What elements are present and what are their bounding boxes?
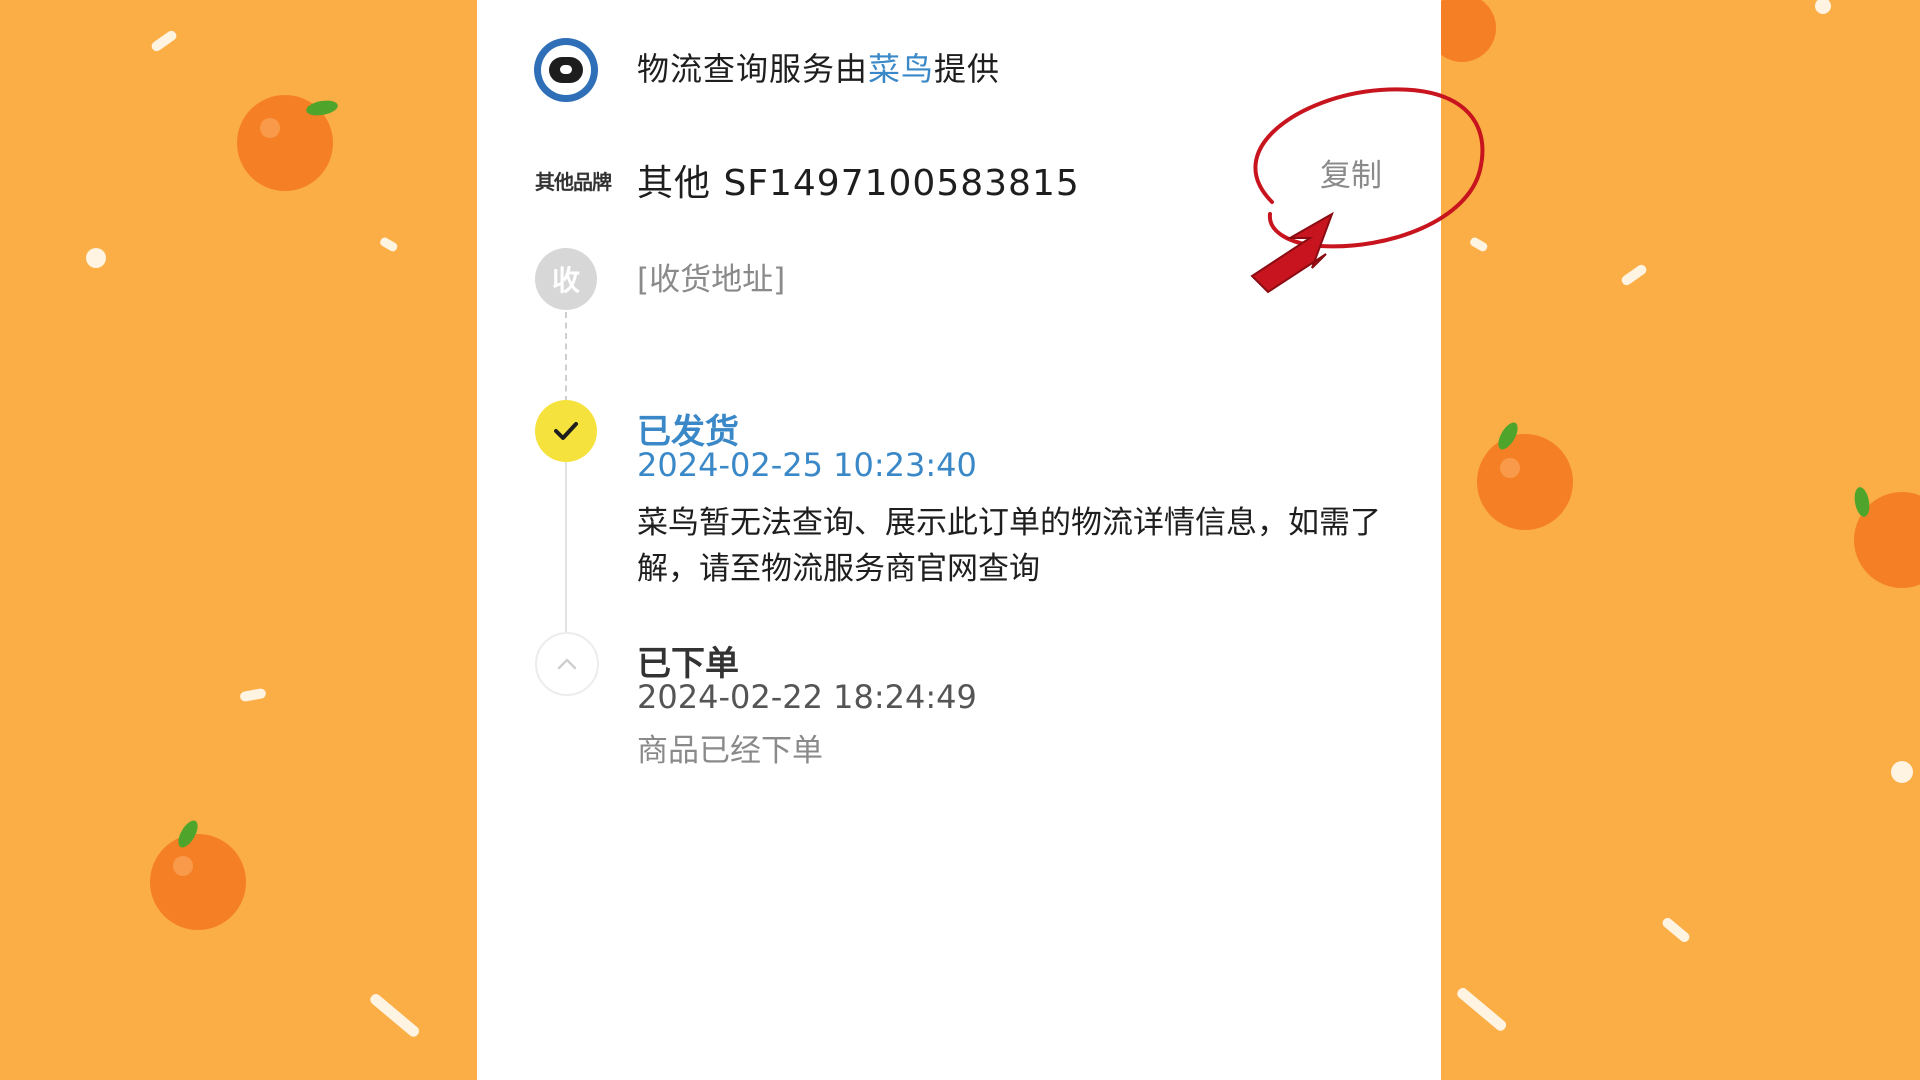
carrier-brand-tag: 其他品牌 [535, 170, 612, 194]
orange-fruit-icon [237, 95, 338, 191]
orange-fruit-icon [1854, 487, 1920, 588]
timeline-connector [565, 462, 567, 632]
orange-fruit-icon [150, 820, 246, 930]
check-icon [554, 422, 578, 440]
timeline-dashed-connector [565, 312, 567, 402]
cainiao-logo-icon [534, 38, 598, 102]
receive-badge: 收 [535, 248, 597, 310]
tracking-number: 其他 SF1497100583815 [637, 163, 1080, 204]
timeline-description: 商品已经下单 [637, 733, 823, 769]
timeline-description: 菜鸟暂无法查询、展示此订单的物流详情信息，如需了解，请至物流服务商官网查询 [637, 505, 1381, 587]
chevron-up-icon [557, 658, 577, 670]
service-suffix: 提供 [934, 50, 1001, 88]
logistics-panel: 物流查询服务由菜鸟提供 其他品牌 其他 SF1497100583815 复制 收… [477, 0, 1441, 1080]
copy-button[interactable]: 复制 [1320, 150, 1382, 195]
orange-fruit-icon [1477, 422, 1573, 530]
timeline-time: 2024-02-22 18:24:49 [637, 678, 977, 716]
ordered-status-node[interactable] [535, 632, 599, 696]
receive-address: [收货地址] [637, 262, 786, 298]
service-provider-text: 物流查询服务由菜鸟提供 [637, 44, 1000, 90]
service-prefix: 物流查询服务由 [637, 50, 869, 88]
shipped-status-node [535, 400, 597, 462]
cainiao-link[interactable]: 菜鸟 [868, 50, 934, 88]
timeline-time: 2024-02-25 10:23:40 [637, 446, 977, 484]
